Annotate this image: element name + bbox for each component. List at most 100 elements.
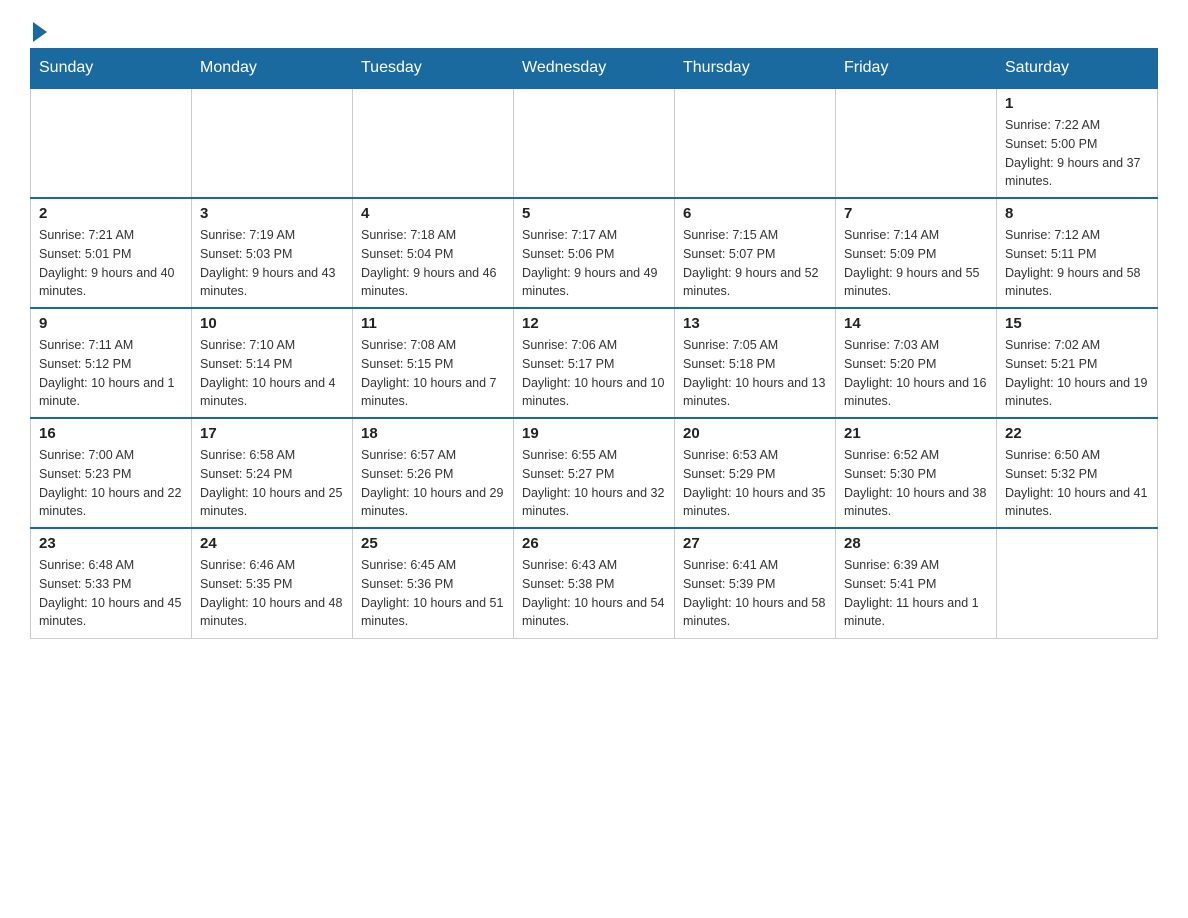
calendar-week-row: 9 Sunrise: 7:11 AM Sunset: 5:12 PM Daylig…	[31, 308, 1158, 418]
calendar-cell: 3 Sunrise: 7:19 AM Sunset: 5:03 PM Daylig…	[192, 198, 353, 308]
day-number: 21	[844, 425, 988, 442]
calendar-cell: 10 Sunrise: 7:10 AM Sunset: 5:14 PM Dayli…	[192, 308, 353, 418]
day-info: Sunrise: 7:02 AM Sunset: 5:21 PM Dayligh…	[1005, 336, 1149, 411]
calendar-cell	[192, 88, 353, 198]
day-number: 25	[361, 535, 505, 552]
calendar-cell: 5 Sunrise: 7:17 AM Sunset: 5:06 PM Daylig…	[514, 198, 675, 308]
calendar-cell: 16 Sunrise: 7:00 AM Sunset: 5:23 PM Dayli…	[31, 418, 192, 528]
day-number: 20	[683, 425, 827, 442]
calendar-cell: 20 Sunrise: 6:53 AM Sunset: 5:29 PM Dayli…	[675, 418, 836, 528]
day-number: 11	[361, 315, 505, 332]
day-info: Sunrise: 7:08 AM Sunset: 5:15 PM Dayligh…	[361, 336, 505, 411]
day-info: Sunrise: 6:39 AM Sunset: 5:41 PM Dayligh…	[844, 556, 988, 631]
day-info: Sunrise: 7:19 AM Sunset: 5:03 PM Dayligh…	[200, 226, 344, 301]
day-number: 15	[1005, 315, 1149, 332]
weekday-header-friday: Friday	[836, 49, 997, 89]
calendar-cell: 25 Sunrise: 6:45 AM Sunset: 5:36 PM Dayli…	[353, 528, 514, 638]
weekday-header-thursday: Thursday	[675, 49, 836, 89]
calendar-cell: 17 Sunrise: 6:58 AM Sunset: 5:24 PM Dayli…	[192, 418, 353, 528]
day-number: 10	[200, 315, 344, 332]
day-number: 24	[200, 535, 344, 552]
day-number: 28	[844, 535, 988, 552]
calendar-week-row: 16 Sunrise: 7:00 AM Sunset: 5:23 PM Dayli…	[31, 418, 1158, 528]
day-number: 5	[522, 205, 666, 222]
calendar-cell: 28 Sunrise: 6:39 AM Sunset: 5:41 PM Dayli…	[836, 528, 997, 638]
calendar-cell: 15 Sunrise: 7:02 AM Sunset: 5:21 PM Dayli…	[997, 308, 1158, 418]
calendar-cell: 19 Sunrise: 6:55 AM Sunset: 5:27 PM Dayli…	[514, 418, 675, 528]
day-number: 17	[200, 425, 344, 442]
calendar-cell: 2Sunrise: 7:21 AM Sunset: 5:01 PM Daylig…	[31, 198, 192, 308]
calendar-cell: 7Sunrise: 7:14 AM Sunset: 5:09 PM Daylig…	[836, 198, 997, 308]
calendar-cell: 11 Sunrise: 7:08 AM Sunset: 5:15 PM Dayli…	[353, 308, 514, 418]
calendar-cell: 9 Sunrise: 7:11 AM Sunset: 5:12 PM Daylig…	[31, 308, 192, 418]
day-info: Sunrise: 7:17 AM Sunset: 5:06 PM Dayligh…	[522, 226, 666, 301]
day-number: 26	[522, 535, 666, 552]
calendar-cell	[836, 88, 997, 198]
day-number: 8	[1005, 205, 1149, 222]
day-number: 22	[1005, 425, 1149, 442]
day-info: Sunrise: 6:48 AM Sunset: 5:33 PM Dayligh…	[39, 556, 183, 631]
day-info: Sunrise: 7:06 AM Sunset: 5:17 PM Dayligh…	[522, 336, 666, 411]
day-info: Sunrise: 7:11 AM Sunset: 5:12 PM Dayligh…	[39, 336, 183, 411]
day-number: 3	[200, 205, 344, 222]
day-info: Sunrise: 6:53 AM Sunset: 5:29 PM Dayligh…	[683, 446, 827, 521]
day-info: Sunrise: 7:10 AM Sunset: 5:14 PM Dayligh…	[200, 336, 344, 411]
calendar-cell: 24 Sunrise: 6:46 AM Sunset: 5:35 PM Dayli…	[192, 528, 353, 638]
calendar-week-row: 2Sunrise: 7:21 AM Sunset: 5:01 PM Daylig…	[31, 198, 1158, 308]
calendar-cell: 13 Sunrise: 7:05 AM Sunset: 5:18 PM Dayli…	[675, 308, 836, 418]
day-number: 13	[683, 315, 827, 332]
weekday-header-wednesday: Wednesday	[514, 49, 675, 89]
day-info: Sunrise: 7:18 AM Sunset: 5:04 PM Dayligh…	[361, 226, 505, 301]
calendar-cell: 22 Sunrise: 6:50 AM Sunset: 5:32 PM Dayli…	[997, 418, 1158, 528]
calendar-cell: 1 Sunrise: 7:22 AM Sunset: 5:00 PM Daylig…	[997, 88, 1158, 198]
calendar-cell: 4 Sunrise: 7:18 AM Sunset: 5:04 PM Daylig…	[353, 198, 514, 308]
calendar-cell	[997, 528, 1158, 638]
day-info: Sunrise: 7:15 AM Sunset: 5:07 PM Dayligh…	[683, 226, 827, 301]
calendar-cell: 14Sunrise: 7:03 AM Sunset: 5:20 PM Dayli…	[836, 308, 997, 418]
day-number: 1	[1005, 95, 1149, 112]
day-info: Sunrise: 7:22 AM Sunset: 5:00 PM Dayligh…	[1005, 116, 1149, 191]
day-info: Sunrise: 7:00 AM Sunset: 5:23 PM Dayligh…	[39, 446, 183, 521]
calendar-cell: 23 Sunrise: 6:48 AM Sunset: 5:33 PM Dayli…	[31, 528, 192, 638]
calendar-cell: 6 Sunrise: 7:15 AM Sunset: 5:07 PM Daylig…	[675, 198, 836, 308]
logo	[30, 20, 47, 38]
day-info: Sunrise: 7:14 AM Sunset: 5:09 PM Dayligh…	[844, 226, 988, 301]
calendar-cell	[353, 88, 514, 198]
day-number: 18	[361, 425, 505, 442]
calendar-cell: 12Sunrise: 7:06 AM Sunset: 5:17 PM Dayli…	[514, 308, 675, 418]
day-info: Sunrise: 6:52 AM Sunset: 5:30 PM Dayligh…	[844, 446, 988, 521]
day-info: Sunrise: 6:50 AM Sunset: 5:32 PM Dayligh…	[1005, 446, 1149, 521]
day-info: Sunrise: 6:43 AM Sunset: 5:38 PM Dayligh…	[522, 556, 666, 631]
day-info: Sunrise: 7:05 AM Sunset: 5:18 PM Dayligh…	[683, 336, 827, 411]
day-info: Sunrise: 6:57 AM Sunset: 5:26 PM Dayligh…	[361, 446, 505, 521]
day-number: 4	[361, 205, 505, 222]
calendar-cell: 8 Sunrise: 7:12 AM Sunset: 5:11 PM Daylig…	[997, 198, 1158, 308]
page-header	[30, 20, 1158, 38]
day-info: Sunrise: 6:46 AM Sunset: 5:35 PM Dayligh…	[200, 556, 344, 631]
calendar-cell: 18 Sunrise: 6:57 AM Sunset: 5:26 PM Dayli…	[353, 418, 514, 528]
calendar-cell	[675, 88, 836, 198]
weekday-header-monday: Monday	[192, 49, 353, 89]
weekday-header-sunday: Sunday	[31, 49, 192, 89]
calendar-week-row: 1 Sunrise: 7:22 AM Sunset: 5:00 PM Daylig…	[31, 88, 1158, 198]
weekday-header-row: SundayMondayTuesdayWednesdayThursdayFrid…	[31, 49, 1158, 89]
day-info: Sunrise: 6:41 AM Sunset: 5:39 PM Dayligh…	[683, 556, 827, 631]
day-number: 19	[522, 425, 666, 442]
day-info: Sunrise: 6:58 AM Sunset: 5:24 PM Dayligh…	[200, 446, 344, 521]
day-number: 6	[683, 205, 827, 222]
day-number: 9	[39, 315, 183, 332]
day-info: Sunrise: 6:55 AM Sunset: 5:27 PM Dayligh…	[522, 446, 666, 521]
day-number: 23	[39, 535, 183, 552]
calendar-week-row: 23 Sunrise: 6:48 AM Sunset: 5:33 PM Dayli…	[31, 528, 1158, 638]
calendar-cell: 21 Sunrise: 6:52 AM Sunset: 5:30 PM Dayli…	[836, 418, 997, 528]
day-info: Sunrise: 6:45 AM Sunset: 5:36 PM Dayligh…	[361, 556, 505, 631]
day-number: 16	[39, 425, 183, 442]
logo-triangle-icon	[33, 22, 47, 42]
day-number: 14	[844, 315, 988, 332]
calendar-cell: 27Sunrise: 6:41 AM Sunset: 5:39 PM Dayli…	[675, 528, 836, 638]
day-info: Sunrise: 7:12 AM Sunset: 5:11 PM Dayligh…	[1005, 226, 1149, 301]
calendar-table: SundayMondayTuesdayWednesdayThursdayFrid…	[30, 48, 1158, 639]
weekday-header-saturday: Saturday	[997, 49, 1158, 89]
weekday-header-tuesday: Tuesday	[353, 49, 514, 89]
calendar-cell	[514, 88, 675, 198]
